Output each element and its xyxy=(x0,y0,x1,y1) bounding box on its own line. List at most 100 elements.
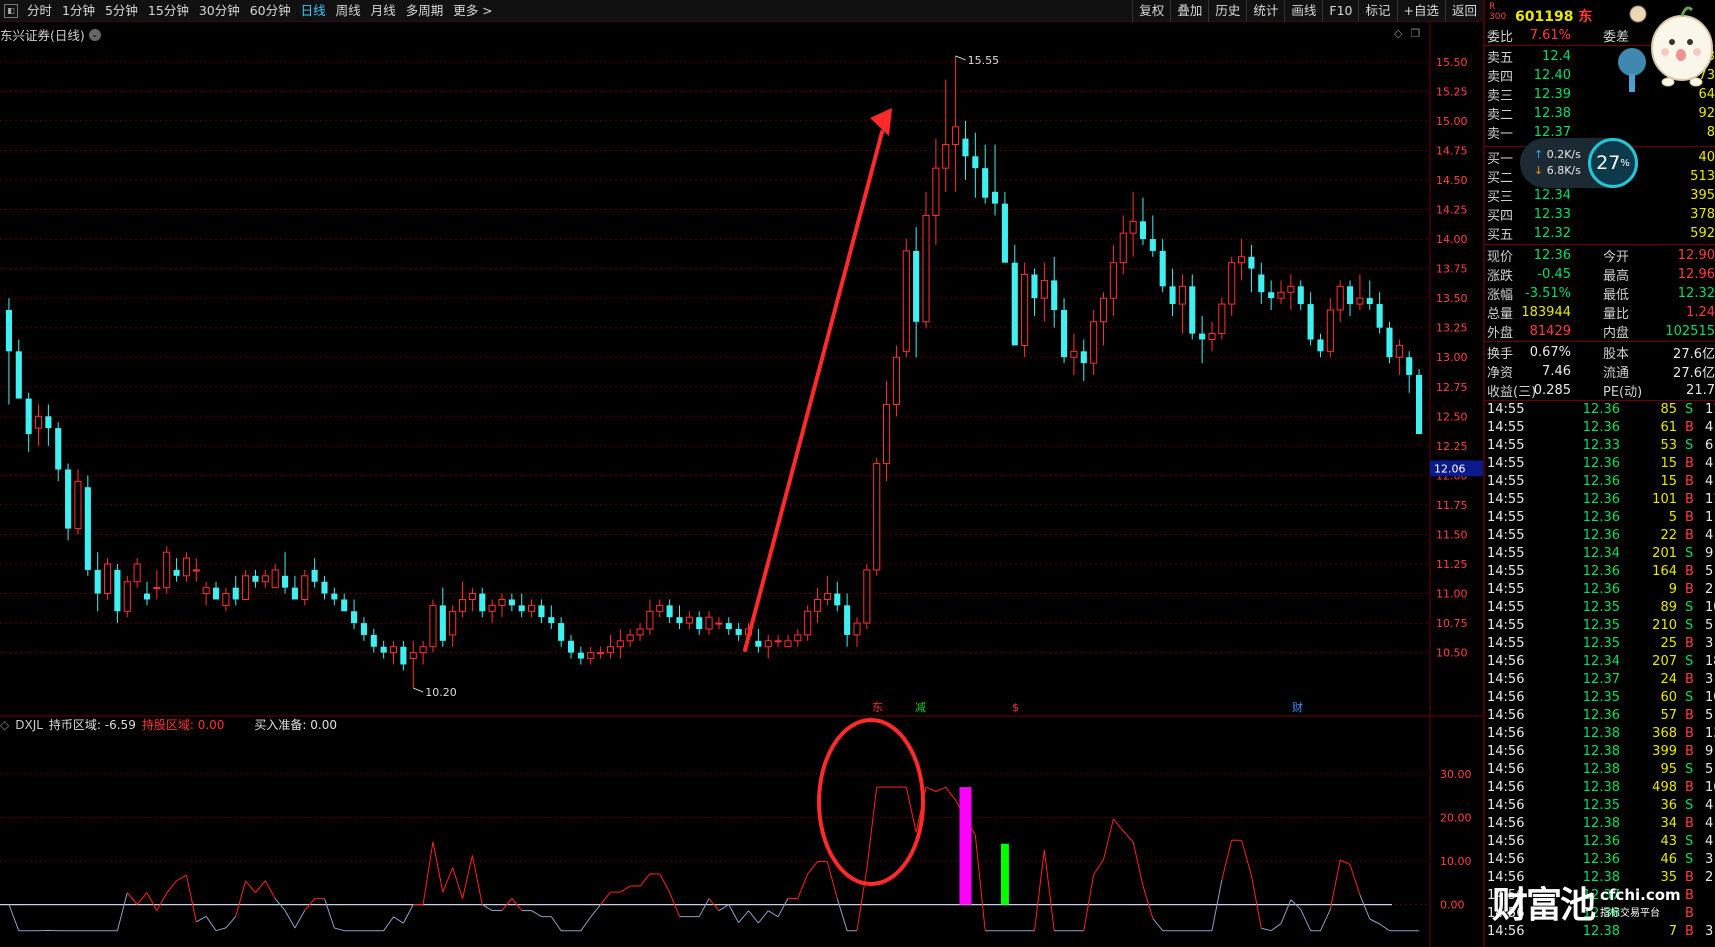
period-tab[interactable]: 周线 xyxy=(331,0,366,22)
candle-body xyxy=(479,593,486,612)
period-tab[interactable]: 60分钟 xyxy=(245,0,296,22)
tick-count: 5 xyxy=(1705,762,1714,777)
period-tab[interactable]: 更多 > xyxy=(448,0,497,22)
tick-price: 12.35 xyxy=(1582,690,1620,705)
indicator-magenta-bar xyxy=(959,787,972,905)
candle-body xyxy=(1336,285,1344,311)
tick-volume: 53 xyxy=(1660,438,1677,453)
tick-side: B xyxy=(1685,492,1694,507)
tick-volume: 207 xyxy=(1652,654,1677,669)
tick-row: 14:55 12.35 25 B 3 xyxy=(1485,636,1715,654)
kline-chart[interactable]: 15.50 15.25 15.00 14.75 14.50 14.25 14.00 13.75… xyxy=(0,22,1483,947)
tick-count: 18 xyxy=(1705,654,1715,669)
upload-speed-text: 0.2K/s xyxy=(1546,148,1581,161)
candle-body xyxy=(212,587,220,600)
tick-price: 12.36 xyxy=(1582,456,1620,471)
candle-body xyxy=(1218,303,1226,335)
low-pointer xyxy=(413,687,424,693)
candle-body xyxy=(1346,286,1354,305)
period-tab[interactable]: 1分钟 xyxy=(57,0,100,22)
toolbar-button[interactable]: F10 xyxy=(1322,0,1358,22)
event-marker: 减 xyxy=(915,701,926,714)
period-tab[interactable]: 分时 xyxy=(22,0,57,22)
fin-label: 收益(三) xyxy=(1487,384,1537,400)
toolbar-button[interactable]: 标记 xyxy=(1358,0,1396,22)
price-axis-label: 11.75 xyxy=(1436,499,1468,512)
candle-body xyxy=(538,605,545,618)
ask-label: 卖一 xyxy=(1487,126,1514,142)
stat-value: 81429 xyxy=(1529,323,1571,339)
period-tab[interactable]: 30分钟 xyxy=(194,0,245,22)
ask-volume: 92 xyxy=(1698,105,1715,121)
chevron-down-icon[interactable]: ⌄ xyxy=(88,28,101,41)
candle-body xyxy=(1001,203,1008,263)
r-tag-letter: R xyxy=(1489,2,1496,12)
bid-label: 买三 xyxy=(1487,189,1514,205)
candle-body xyxy=(15,351,22,399)
toolbar-button[interactable]: 返回 xyxy=(1444,0,1483,22)
tick-row: 14:56 12.34 207 S 18 xyxy=(1485,654,1715,672)
diamond-icon[interactable]: ◇ xyxy=(1394,27,1402,40)
candle-body xyxy=(705,616,713,630)
candle-body xyxy=(311,569,318,582)
window-icon[interactable]: ❐ xyxy=(1410,27,1420,40)
price-axis-label: 14.00 xyxy=(1436,233,1468,246)
candle-body xyxy=(1011,262,1018,346)
candle-body xyxy=(913,250,920,322)
indicator-settings-icon[interactable]: ◇ xyxy=(0,718,9,732)
fin-label-2: 流通 xyxy=(1603,365,1630,381)
candle-body xyxy=(1178,285,1186,305)
tick-side: S xyxy=(1685,852,1694,867)
candle-body xyxy=(1406,357,1413,375)
toolbar-button[interactable]: 复权 xyxy=(1132,0,1170,22)
tick-row: 14:55 12.36 61 B 4 xyxy=(1485,420,1715,438)
tick-volume: 5 xyxy=(1668,510,1677,525)
indicator-axis-label: 0.00 xyxy=(1440,899,1465,912)
tick-price: 12.38 xyxy=(1582,726,1620,741)
tick-time: 14:55 xyxy=(1487,564,1525,579)
download-speed: ↓ 6.8K/s xyxy=(1534,164,1581,177)
menu-icon[interactable]: ◧ xyxy=(4,3,18,18)
tick-side: B xyxy=(1685,420,1694,435)
chart-title-text: 东兴证券(日线) xyxy=(0,28,85,43)
toolbar-button[interactable]: 画线 xyxy=(1284,0,1322,22)
tick-price: 12.38 xyxy=(1582,744,1620,759)
candle-body xyxy=(883,403,891,465)
indicator-name[interactable]: DXJL xyxy=(15,718,43,732)
candle-body xyxy=(725,623,732,630)
tick-side: B xyxy=(1685,726,1694,741)
chart-area[interactable]: 15.50 15.25 15.00 14.75 14.50 14.25 14.00 13.75… xyxy=(0,22,1483,947)
net-speed-widget[interactable]: ↑ 0.2K/s ↓ 6.8K/s 27% xyxy=(1520,138,1638,188)
toolbar-button[interactable]: +自选 xyxy=(1396,0,1445,22)
candle-body xyxy=(351,611,358,624)
tick-volume: 85 xyxy=(1660,402,1677,417)
tick-price: 12.35 xyxy=(1582,618,1620,633)
tick-volume: 24 xyxy=(1660,672,1677,687)
tick-time: 14:56 xyxy=(1487,726,1525,741)
toolbar-button[interactable]: 历史 xyxy=(1208,0,1246,22)
candle-body xyxy=(606,646,615,654)
tick-volume: 95 xyxy=(1660,762,1677,777)
tick-volume: 210 xyxy=(1652,618,1677,633)
toolbar-button[interactable]: 统计 xyxy=(1246,0,1284,22)
cpu-percent-value: 27 xyxy=(1596,152,1621,174)
candle-body xyxy=(834,593,841,606)
tick-volume: 36 xyxy=(1660,798,1677,813)
candle-body xyxy=(597,652,605,655)
period-tab[interactable]: 5分钟 xyxy=(100,0,143,22)
candle-body xyxy=(626,634,634,642)
candle-body xyxy=(242,575,250,600)
toolbar-button[interactable]: 叠加 xyxy=(1170,0,1208,22)
period-tab[interactable]: 日线 xyxy=(296,0,331,22)
candle-body xyxy=(1031,274,1038,299)
price-axis-label: 13.50 xyxy=(1436,292,1468,305)
period-tab[interactable]: 月线 xyxy=(366,0,401,22)
candle-body xyxy=(1307,304,1314,340)
candle-body xyxy=(468,593,476,600)
period-tab[interactable]: 多周期 xyxy=(401,0,449,22)
candle-body xyxy=(844,605,851,635)
candle-body xyxy=(114,569,121,612)
fin-label: 净资 xyxy=(1487,365,1514,381)
period-tab[interactable]: 15分钟 xyxy=(143,0,194,22)
price-axis-label: 12.75 xyxy=(1436,381,1468,394)
